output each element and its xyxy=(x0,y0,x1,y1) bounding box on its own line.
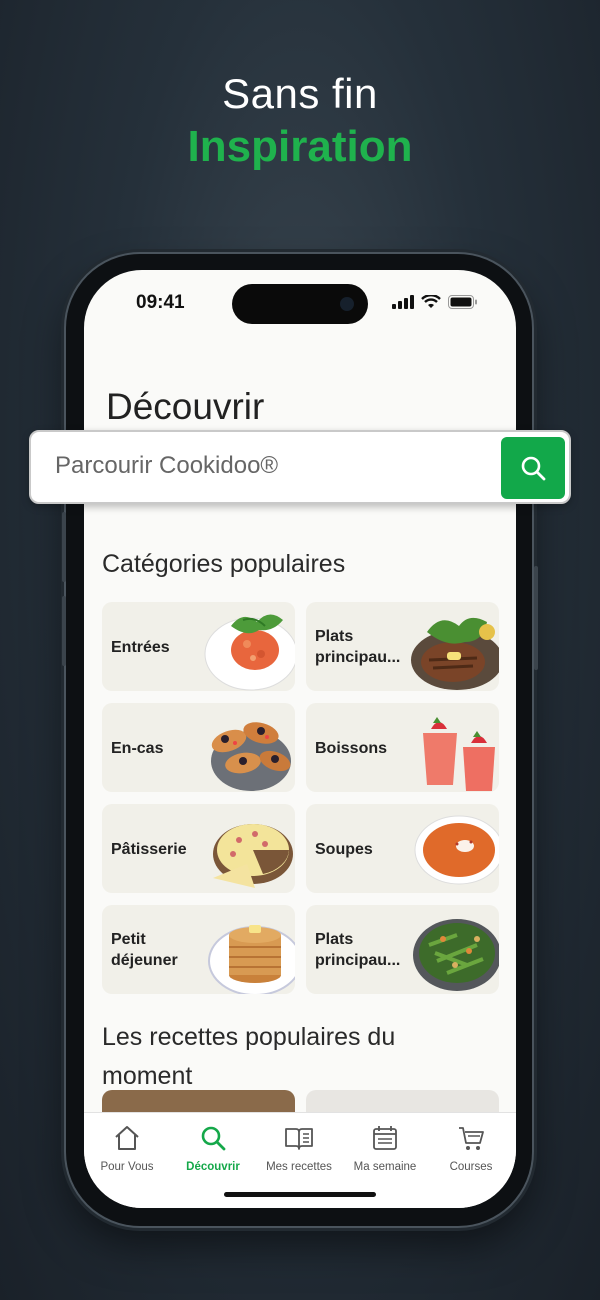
status-bar: 09:41 xyxy=(84,284,516,324)
signal-icon xyxy=(392,295,414,309)
promo-headline: Sans fin Inspiration xyxy=(0,70,600,172)
phone-side-button xyxy=(62,512,66,582)
phone-side-button xyxy=(62,596,66,666)
tab-ma-semaine[interactable]: Ma semaine xyxy=(342,1121,428,1173)
status-time: 09:41 xyxy=(136,292,185,313)
headline-line-2: Inspiration xyxy=(187,122,413,171)
category-card-petit-dejeuner[interactable]: Petit déjeuner xyxy=(102,905,295,994)
search-input[interactable]: Parcourir Cookidoo® xyxy=(55,452,278,480)
search-bar[interactable]: Parcourir Cookidoo® xyxy=(29,430,571,504)
category-card-plats-2[interactable]: Plats principau... xyxy=(306,905,499,994)
category-card-plats-1[interactable]: Plats principau... xyxy=(306,602,499,691)
app-screen: 09:41 Découvrir Catégories populaires En… xyxy=(84,270,516,1208)
search-button[interactable] xyxy=(501,437,565,499)
quiche-image xyxy=(213,824,293,888)
category-label: Plats principau... xyxy=(315,628,401,666)
categories-title: Catégories populaires xyxy=(102,550,346,578)
headline-line-1: Sans fin xyxy=(222,70,378,117)
category-label: En-cas xyxy=(111,740,164,757)
tab-mes-recettes[interactable]: Mes recettes xyxy=(256,1121,342,1173)
strawberry-smoothies-image xyxy=(423,717,495,791)
category-label: Boissons xyxy=(315,740,388,757)
tab-label: Mes recettes xyxy=(266,1161,332,1173)
phone-side-button xyxy=(534,566,538,670)
home-indicator xyxy=(224,1192,376,1197)
pancakes-image xyxy=(208,925,295,994)
wifi-icon xyxy=(421,295,441,308)
salmon-tartare-image xyxy=(204,614,295,691)
tab-decouvrir[interactable]: Découvrir xyxy=(170,1121,256,1173)
tab-label: Ma semaine xyxy=(353,1161,417,1173)
battery-icon xyxy=(448,295,477,309)
category-label: Soupes xyxy=(315,841,373,858)
category-label: Pâtisserie xyxy=(111,841,187,858)
category-card-boissons[interactable]: Boissons xyxy=(306,703,499,792)
category-label: Petit déjeuner xyxy=(111,931,178,969)
tab-label: Courses xyxy=(449,1161,493,1173)
tab-label: Pour Vous xyxy=(100,1161,154,1173)
book-icon xyxy=(285,1128,313,1150)
olive-crostini-image xyxy=(211,722,291,791)
dynamic-island xyxy=(232,284,368,324)
popular-recipes-title: Les recettes populaires du moment xyxy=(102,1023,396,1090)
category-label: Entrées xyxy=(111,639,170,656)
search-icon xyxy=(521,456,546,481)
tab-pour-vous[interactable]: Pour Vous xyxy=(84,1121,170,1173)
home-icon xyxy=(115,1126,139,1150)
search-icon xyxy=(201,1126,226,1151)
steak-salad-image xyxy=(411,617,499,690)
page-title: Découvrir xyxy=(106,386,265,427)
tab-label: Découvrir xyxy=(186,1161,240,1173)
category-label: Plats principau... xyxy=(315,931,401,969)
tomato-soup-image xyxy=(414,815,499,885)
cart-icon xyxy=(459,1127,484,1150)
category-card-soupes[interactable]: Soupes xyxy=(306,804,499,893)
category-card-entrees[interactable]: Entrées xyxy=(102,602,295,691)
category-card-patisserie[interactable]: Pâtisserie xyxy=(102,804,295,893)
calendar-icon xyxy=(373,1126,397,1150)
tab-courses[interactable]: Courses xyxy=(428,1121,514,1173)
category-card-en-cas[interactable]: En-cas xyxy=(102,703,295,792)
green-bean-salad-image xyxy=(413,919,499,991)
